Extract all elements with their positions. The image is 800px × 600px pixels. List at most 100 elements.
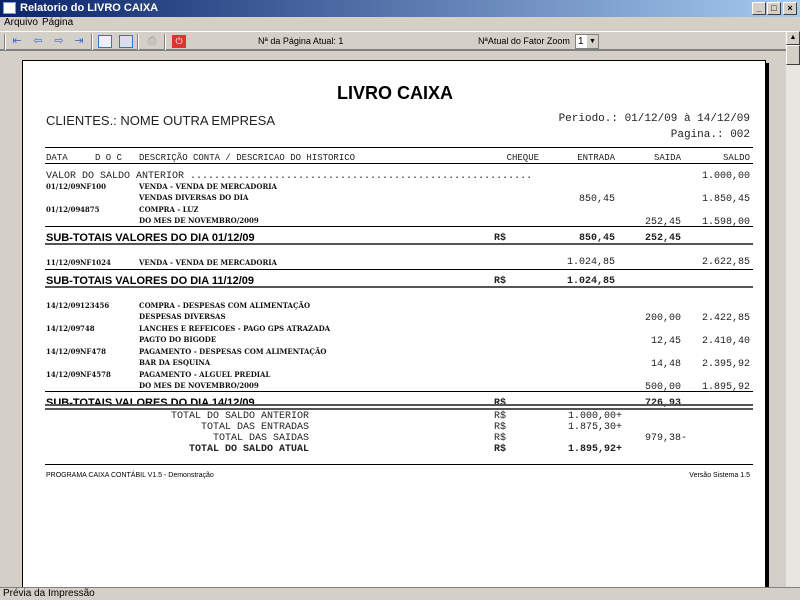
total-label: TOTAL DO SALDO ATUAL [188, 444, 309, 455]
menu-arquivo[interactable]: Arquivo [4, 17, 38, 28]
entry-date: 14/12/09 [46, 370, 81, 379]
zoom-label: NªAtual do Fator Zoom [478, 36, 570, 46]
report-period: Periodo.: 01/12/09 à 14/12/09 [558, 113, 750, 125]
entry-entrada: 850,45 [578, 194, 615, 205]
total-entrada: 1.875,30+ [568, 422, 623, 433]
total-currency: R$ [494, 444, 507, 455]
minimize-button[interactable]: _ [752, 2, 766, 15]
entry-doc: NF100 [80, 182, 106, 191]
total-currency: R$ [494, 422, 507, 433]
entry-saldo: 1.850,45 [701, 194, 750, 205]
toolbar-separator [137, 34, 139, 50]
divider [45, 269, 753, 270]
total-entrada: 1.000,00+ [568, 411, 623, 422]
entry-description: COMPRA - LUZ [139, 205, 199, 214]
two-pages-icon[interactable] [119, 35, 133, 48]
divider [45, 464, 753, 465]
title-bar: Relatorio do LIVRO CAIXA _ □ × [0, 0, 800, 17]
entry-description: VENDA - VENDA DE MERCADORIA [139, 182, 277, 191]
entry-doc: 4875 [80, 205, 100, 214]
header-data: DATA [46, 153, 68, 163]
single-page-icon[interactable] [98, 35, 112, 48]
divider [45, 147, 753, 148]
header-saldo: SALDO [722, 153, 750, 163]
entry-doc: 123456 [80, 301, 110, 310]
total-currency: R$ [494, 433, 507, 444]
entry-saida: 14,48 [650, 359, 681, 370]
total-saida: 979,38- [645, 433, 688, 444]
app-icon [3, 2, 16, 14]
entry-doc: NF478 [80, 347, 106, 356]
scroll-thumb[interactable] [786, 45, 800, 65]
status-text: Prévia da Impressão [3, 588, 95, 599]
entry-date: 14/12/09 [46, 347, 81, 356]
divider [45, 163, 753, 164]
entry-doc: NF1024 [80, 258, 111, 267]
first-page-icon[interactable]: ⇤ [10, 35, 24, 48]
chevron-down-icon[interactable]: ▼ [587, 35, 598, 48]
vertical-scrollbar[interactable]: ▲ [786, 31, 800, 587]
toolbar-grip [4, 34, 6, 50]
zoom-value: 1 [578, 36, 584, 47]
window-title: Relatorio do LIVRO CAIXA [20, 2, 159, 14]
entry-doc: 748 [80, 324, 95, 333]
entry-history: DO MES DE NOVEMBRO/2009 [139, 216, 259, 225]
entry-description: PAGAMENTO - DESPESAS COM ALIMENTAÇÃO [139, 347, 327, 356]
menu-bar: Arquivo Página [0, 17, 800, 31]
last-page-icon[interactable]: ⇥ [72, 35, 86, 48]
divider [45, 243, 753, 245]
entry-description: VENDA - VENDA DE MERCADORIA [139, 258, 277, 267]
close-button[interactable]: × [783, 2, 797, 15]
total-label: TOTAL DAS ENTRADAS [200, 422, 309, 433]
entry-saida: 12,45 [650, 336, 681, 347]
entry-doc: NF4578 [80, 370, 111, 379]
header-desc: DESCRIÇÃO CONTA / DESCRICAO DO HISTORICO [139, 153, 356, 163]
footer-version: Versão Sistema 1.5 [689, 472, 750, 479]
entry-history: VENDAS DIVERSAS DO DIA [139, 193, 249, 202]
header-doc: D O C [95, 153, 123, 163]
entry-saldo: 2.410,40 [701, 336, 750, 347]
zoom-select[interactable]: 1 ▼ [575, 34, 599, 49]
divider [45, 226, 753, 227]
entry-history: DO MES DE NOVEMBRO/2009 [139, 381, 259, 390]
divider [45, 391, 753, 392]
entry-date: 01/12/09 [46, 182, 81, 191]
total-label: TOTAL DO SALDO ANTERIOR [170, 411, 309, 422]
total-currency: R$ [494, 411, 507, 422]
total-label: TOTAL DAS SAIDAS [212, 433, 309, 444]
entry-date: 14/12/09 [46, 324, 81, 333]
next-page-icon[interactable]: ⇨ [52, 35, 66, 48]
entry-description: PAGAMENTO - ALGUEL PREDIAL [139, 370, 271, 379]
entry-saldo: 2.622,85 [701, 257, 750, 268]
page-number: Pagina.: 002 [670, 129, 750, 141]
report-title: LIVRO CAIXA [336, 83, 453, 103]
print-icon[interactable]: ⎙ [145, 35, 159, 48]
entry-history: BAR DA ESQUINA [139, 358, 211, 367]
page-number-label: Nª da Página Atual: 1 [258, 36, 344, 46]
exit-icon[interactable]: ⏻ [172, 35, 186, 48]
header-entrada: ENTRADA [577, 153, 615, 163]
previous-balance-label: VALOR DO SALDO ANTERIOR ................… [46, 171, 533, 182]
preview-area: LIVRO CAIXA CLIENTES.: NOME OUTRA EMPRES… [0, 53, 786, 587]
entry-date: 14/12/09 [46, 301, 81, 310]
maximize-button[interactable]: □ [767, 2, 781, 15]
menu-pagina[interactable]: Página [42, 17, 73, 28]
header-saida: SAIDA [653, 153, 681, 163]
toolbar: ⇤ ⇦ ⇨ ⇥ ⎙ ⏻ Nª da Página Atual: 1 NªAtua… [0, 31, 786, 51]
entry-description: COMPRA - DESPESAS COM ALIMENTAÇÃO [139, 301, 311, 310]
divider [45, 408, 753, 410]
entry-saida: 200,00 [644, 313, 681, 324]
header-cheque: CHEQUE [506, 153, 539, 163]
divider [45, 286, 753, 288]
entry-description: LANCHES E REFEICOES - PAGO GPS ATRAZADA [139, 324, 331, 333]
report-page: LIVRO CAIXA CLIENTES.: NOME OUTRA EMPRES… [22, 60, 766, 587]
entry-entrada: 1.024,85 [566, 257, 615, 268]
previous-balance-value: 1.000,00 [701, 171, 750, 182]
scroll-up-button[interactable]: ▲ [786, 31, 800, 45]
toolbar-separator [91, 34, 93, 50]
previous-page-icon[interactable]: ⇦ [31, 35, 45, 48]
total-entrada: 1.895,92+ [568, 444, 623, 455]
client-name: CLIENTES.: NOME OUTRA EMPRESA [46, 113, 275, 128]
entry-saldo: 2.422,85 [701, 313, 750, 324]
status-bar: Prévia da Impressão [0, 587, 800, 600]
